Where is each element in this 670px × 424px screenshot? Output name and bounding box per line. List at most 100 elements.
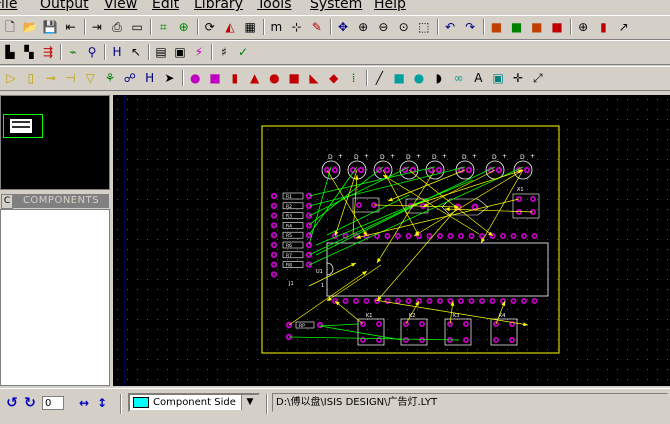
pad-hole xyxy=(459,168,463,172)
text-icon[interactable]: A xyxy=(470,70,486,86)
path-icon[interactable]: ∞ xyxy=(451,70,467,86)
led-label: D xyxy=(462,154,467,161)
metric-icon[interactable]: m xyxy=(268,19,284,35)
menu-view[interactable]: View xyxy=(104,0,137,12)
overview-window[interactable] xyxy=(0,95,110,190)
block-rotate-icon[interactable]: ■ xyxy=(529,19,545,35)
print-icon[interactable]: ⎙ xyxy=(109,19,125,35)
zoom-sheet-icon[interactable]: ⊕ xyxy=(176,19,192,35)
menu-edit[interactable]: Edit xyxy=(152,0,179,12)
arc-icon[interactable]: ◗ xyxy=(431,70,447,86)
pcb-layout[interactable]: D + D + D + D + D + D + D + D + R1 R2 R3 R4 R5 R6 R7 R8 J1 U1 1 X1 K… xyxy=(113,95,670,386)
autoroute-icon[interactable]: ⌁ xyxy=(65,44,81,60)
ratsnest-mode-icon[interactable]: ☍ xyxy=(122,70,138,86)
open-icon[interactable]: 📂 xyxy=(22,19,38,35)
mirror-horizontal-icon[interactable]: ↔ xyxy=(76,395,92,411)
symbol-icon[interactable]: ▣ xyxy=(490,70,506,86)
bga-pad-icon[interactable]: ■ xyxy=(286,70,302,86)
save-icon[interactable]: 💾 xyxy=(42,19,58,35)
pad-hole xyxy=(464,338,468,342)
block-delete-icon[interactable]: ■ xyxy=(549,19,565,35)
power-icon[interactable]: ⚡ xyxy=(191,44,207,60)
menu-system[interactable]: System xyxy=(310,0,362,12)
pad-stack-icon[interactable]: ⁞ xyxy=(346,70,362,86)
pan-icon[interactable]: ✥ xyxy=(335,19,351,35)
block-move-icon[interactable]: ■ xyxy=(509,19,525,35)
refresh-icon[interactable]: ⟳ xyxy=(202,19,218,35)
block-copy-icon[interactable]: ■ xyxy=(488,19,504,35)
check-icon[interactable]: ✓ xyxy=(235,44,251,60)
mirror-vertical-icon[interactable]: ↕ xyxy=(94,395,110,411)
pad-hole xyxy=(407,299,410,303)
import-icon[interactable]: ⇤ xyxy=(63,19,79,35)
page-icon[interactable]: ▭ xyxy=(129,19,145,35)
selection-icon[interactable]: ▷ xyxy=(3,70,19,86)
edit-icon[interactable]: ✎ xyxy=(309,19,325,35)
new-icon[interactable]: 🗋 xyxy=(2,19,18,35)
menu-tools[interactable]: Tools xyxy=(257,0,292,12)
library-icon[interactable]: ▙ xyxy=(2,44,18,60)
led-label: D xyxy=(520,154,525,161)
ratsnest-icon[interactable]: ♯ xyxy=(216,44,232,60)
circle-pad-icon[interactable]: ● xyxy=(266,70,282,86)
make-icon[interactable]: ▮ xyxy=(595,19,611,35)
led-label: D xyxy=(380,154,385,161)
menu-library[interactable]: Library xyxy=(194,0,243,12)
pick-icon[interactable]: ⊕ xyxy=(575,19,591,35)
menu-output[interactable]: Output xyxy=(40,0,89,12)
grid-icon[interactable]: ▦ xyxy=(242,19,258,35)
via-icon[interactable]: ▽ xyxy=(82,70,98,86)
zone-icon[interactable]: ▣ xyxy=(172,44,188,60)
menu-help[interactable]: Help xyxy=(374,0,406,12)
component-icon[interactable]: ▯ xyxy=(23,70,39,86)
led-polarity: + xyxy=(442,153,447,160)
zoom-all-icon[interactable]: ⊙ xyxy=(396,19,412,35)
dil-pad-icon[interactable]: ▮ xyxy=(227,70,243,86)
components-tab[interactable]: C xyxy=(1,194,13,209)
chevron-down-icon[interactable]: ▼ xyxy=(241,395,258,410)
menu-file[interactable]: File xyxy=(0,0,17,12)
zoom-out-icon[interactable]: ⊖ xyxy=(375,19,391,35)
tag-icon[interactable]: H xyxy=(109,44,125,60)
line-icon[interactable]: ╱ xyxy=(371,70,387,86)
track-icon[interactable]: ⊣ xyxy=(62,70,78,86)
status-bar: ↺ ↻ 0 ↔ ↕ Component Side ▼ D:\傅以盘\ISIS D… xyxy=(0,388,670,419)
layer-selector[interactable]: Component Side ▼ xyxy=(128,393,260,412)
undo-icon[interactable]: ↶ xyxy=(442,19,458,35)
rotate-cw-icon[interactable]: ↻ xyxy=(22,395,38,411)
components-list[interactable] xyxy=(0,209,110,386)
redo-icon[interactable]: ↷ xyxy=(462,19,478,35)
origin-icon[interactable]: ⊹ xyxy=(289,19,305,35)
design-rule-icon[interactable]: ▤ xyxy=(153,44,169,60)
export-icon[interactable]: ⇥ xyxy=(89,19,105,35)
dimension-icon[interactable]: ⤢ xyxy=(530,70,546,86)
rotate-ccw-icon[interactable]: ↺ xyxy=(4,395,20,411)
overview-viewport[interactable] xyxy=(3,114,43,138)
pad-hole xyxy=(525,168,529,172)
rotation-field[interactable]: 0 xyxy=(42,396,64,410)
box-icon[interactable]: ■ xyxy=(391,70,407,86)
flip-icon[interactable]: ◭ xyxy=(222,19,238,35)
decompose-icon[interactable]: ↗ xyxy=(616,19,632,35)
package-icon[interactable]: ⊸ xyxy=(43,70,59,86)
circle-icon[interactable]: ● xyxy=(411,70,427,86)
marker-icon[interactable]: ✛ xyxy=(510,70,526,86)
toolbar-separator xyxy=(330,19,332,35)
polygon-pad-icon[interactable]: ◆ xyxy=(326,70,342,86)
round-pad-icon[interactable]: ● xyxy=(187,70,203,86)
netlist-icon[interactable]: ⌗ xyxy=(155,19,171,35)
pad-hole xyxy=(438,299,442,303)
packaging-icon[interactable]: ▚ xyxy=(21,44,37,60)
cursor-icon[interactable]: ↖ xyxy=(128,44,144,60)
zoom-in-icon[interactable]: ⊕ xyxy=(355,19,371,35)
smt-pad-icon[interactable]: ◣ xyxy=(306,70,322,86)
square-pad-icon[interactable]: ■ xyxy=(207,70,223,86)
connectivity-icon[interactable]: H xyxy=(142,70,158,86)
place-icon[interactable]: ⇶ xyxy=(40,44,56,60)
search-icon[interactable]: ⚲ xyxy=(84,44,100,60)
pcb-editing-canvas[interactable]: D + D + D + D + D + D + D + D + R1 R2 R3 R4 R5 R6 R7 R8 J1 U1 1 X1 K… xyxy=(113,95,670,386)
zone-mode-icon[interactable]: ⚘ xyxy=(102,70,118,86)
edge-pad-icon[interactable]: ▲ xyxy=(247,70,263,86)
arrow-icon[interactable]: ➤ xyxy=(161,70,177,86)
zoom-area-icon[interactable]: ⬚ xyxy=(416,19,432,35)
